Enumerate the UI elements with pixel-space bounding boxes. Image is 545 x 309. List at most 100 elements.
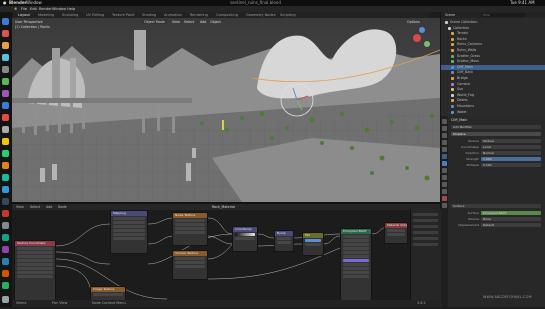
node-bump[interactable]: Bump [274, 230, 294, 252]
app-icon[interactable] [2, 222, 9, 229]
app-icon[interactable] [2, 102, 9, 109]
texture-field[interactable]: Texture [481, 139, 541, 143]
viewport-menu-add[interactable]: Add [200, 20, 206, 24]
add-modifier-button[interactable]: Add Modifier [451, 125, 541, 129]
app-icon[interactable] [2, 198, 9, 205]
object-icon [448, 26, 451, 30]
particles-tab-icon[interactable] [442, 168, 447, 173]
material-tab-icon[interactable] [442, 196, 447, 201]
outliner-item-label: Bridge [457, 76, 468, 80]
app-icon[interactable] [2, 138, 9, 145]
app-icon[interactable] [2, 246, 9, 253]
outliner-item[interactable]: Terrain [441, 31, 545, 36]
node-principled-bsdf[interactable]: Principled BSDF [340, 228, 372, 304]
node-colorramp[interactable]: ColorRamp [232, 226, 258, 252]
app-icon[interactable] [2, 30, 9, 37]
field-label: Strength [466, 157, 479, 161]
outliner-item[interactable]: Cliff_Back [441, 70, 545, 75]
outliner-search-input[interactable]: Filter [481, 13, 526, 17]
app-icon[interactable] [2, 270, 9, 277]
app-icon[interactable] [2, 162, 9, 169]
viewport-scene[interactable] [12, 18, 440, 202]
outliner-item[interactable]: Ruins_Columns [441, 42, 545, 47]
outliner-item[interactable]: Scene Collection [441, 20, 545, 25]
data-tab-icon[interactable] [442, 189, 447, 194]
app-icon[interactable] [2, 90, 9, 97]
outliner-item[interactable]: Ruins_Walls [441, 48, 545, 53]
outliner-item-label: Ruins_Columns [457, 42, 482, 47]
surface-section-header[interactable]: Surface [451, 204, 541, 208]
modifier-header[interactable]: Displace [451, 132, 541, 136]
app-icon[interactable] [2, 258, 9, 265]
outliner-item-label: Rocks [457, 36, 467, 41]
app-icon[interactable] [2, 78, 9, 85]
node-noise-texture[interactable]: Noise Texture [172, 212, 208, 246]
world-tab-icon[interactable] [442, 147, 447, 152]
outliner-item[interactable]: Scatter_Moss [441, 59, 545, 64]
viewport-menu-select[interactable]: Select [184, 20, 194, 24]
direction-dropdown[interactable]: Normal [481, 151, 541, 155]
app-icon[interactable] [2, 150, 9, 157]
viewport-menu-view[interactable]: View [172, 20, 180, 24]
constraints-tab-icon[interactable] [442, 182, 447, 187]
app-icon[interactable] [2, 126, 9, 133]
outliner-item[interactable]: Bridge [441, 76, 545, 81]
node-title: Voronoi Texture [173, 251, 207, 256]
app-icon[interactable] [2, 174, 9, 181]
physics-tab-icon[interactable] [442, 175, 447, 180]
status-bar: Select Pan View Node Context Menu 3.6.2 [12, 300, 440, 307]
object-icon [451, 88, 454, 92]
node-mix[interactable]: Mix [302, 232, 324, 256]
object-tab-icon[interactable] [442, 154, 447, 159]
tool-tab-icon[interactable] [442, 119, 447, 124]
outliner-item[interactable]: Collection [441, 26, 545, 31]
coordinates-dropdown[interactable]: Local [481, 145, 541, 149]
app-icon[interactable] [2, 114, 9, 121]
app-icon[interactable] [2, 54, 9, 61]
sidebar-row [413, 243, 438, 246]
modifier-tab-icon[interactable] [442, 161, 447, 166]
app-icon[interactable] [2, 186, 9, 193]
texture-tab-icon[interactable] [442, 203, 447, 208]
mode-dropdown[interactable]: Object Mode [142, 20, 167, 24]
viewport-menu-object[interactable]: Object [210, 20, 221, 24]
properties-panel[interactable]: Cliff_Main Add Modifier Displace Texture… [440, 116, 545, 307]
output-tab-icon[interactable] [442, 133, 447, 138]
outliner-item[interactable]: Mountains [441, 104, 545, 109]
3d-viewport[interactable]: User Perspective (1) Collection | Rocks … [12, 18, 440, 202]
displacement-field[interactable]: Default [481, 223, 541, 227]
midlevel-slider[interactable]: 0.500 [481, 163, 541, 167]
blender-icon[interactable] [2, 42, 9, 49]
volume-field[interactable]: None [481, 217, 541, 221]
outliner-item[interactable]: Camera [441, 82, 545, 87]
outliner-item[interactable]: Sun [441, 87, 545, 92]
finder-icon[interactable] [2, 18, 9, 25]
node-material-output[interactable]: Material Output [384, 222, 408, 244]
app-icon[interactable] [2, 234, 9, 241]
outliner-item[interactable]: Debris [441, 98, 545, 103]
sidebar-row [413, 231, 438, 234]
options-button[interactable]: Options [407, 20, 420, 24]
outliner-item[interactable]: Cliff_Main [441, 64, 545, 70]
outliner-item[interactable]: Rocks [441, 37, 545, 42]
node-mapping[interactable]: Mapping [110, 210, 148, 254]
surface-shader-field[interactable]: Principled BSDF [481, 211, 541, 215]
sidebar-row [413, 225, 438, 228]
render-tab-icon[interactable] [442, 126, 447, 131]
app-icon[interactable] [2, 210, 9, 217]
node-sidebar[interactable] [410, 209, 441, 307]
sidebar-row [413, 219, 438, 222]
outliner-item[interactable]: Water [441, 110, 545, 115]
node-title: ColorRamp [233, 227, 257, 232]
shader-node-editor[interactable]: View Select Add Node Rock_Material Textu… [12, 202, 440, 309]
outliner-item[interactable]: World_Fog [441, 93, 545, 98]
outliner-panel[interactable]: Scene Filter Scene Collection Collection T… [440, 12, 545, 116]
app-icon[interactable] [2, 282, 9, 289]
strength-slider[interactable]: 1.000 [481, 157, 541, 161]
node-voronoi-texture[interactable]: Voronoi Texture [172, 250, 208, 280]
trash-icon[interactable] [2, 296, 9, 303]
outliner-item[interactable]: Scatter_Grass [441, 54, 545, 59]
app-icon[interactable] [2, 66, 9, 73]
node-texture-coordinate[interactable]: Texture Coordinate [14, 240, 56, 302]
scene-tab-icon[interactable] [442, 140, 447, 145]
